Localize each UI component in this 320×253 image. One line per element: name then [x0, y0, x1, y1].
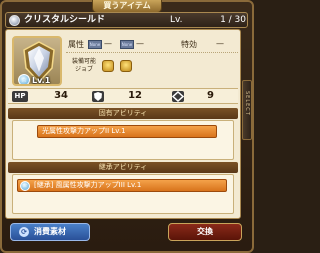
consumed-materials-button[interactable]: ⟳ 消費素材	[10, 223, 90, 241]
exchange-label: 交換	[197, 227, 213, 236]
attribute-dash-1: —	[104, 39, 112, 48]
inherit-ability-item[interactable]: ☆ [継承] 風属性攻撃力アップIII Lv.1	[17, 179, 227, 192]
equippable-job-label: 装備可能ジョブ	[71, 58, 96, 73]
refresh-icon: ⟳	[19, 227, 29, 237]
item-portrait[interactable]: ☆ Lv.1	[12, 36, 62, 86]
speed-value: 9	[207, 90, 214, 101]
unique-ability-box: 光属性攻撃力アップII Lv.1	[12, 120, 234, 160]
attribute-row: 属性 None — None — 特効 —	[66, 37, 238, 53]
level-value: 1 / 30	[220, 15, 246, 25]
unique-ability-header: 固有アビリティ	[8, 108, 238, 119]
item-name: クリスタルシールド	[24, 15, 106, 25]
attribute-slot-1: None	[88, 40, 102, 49]
special-effect-value: —	[216, 39, 224, 48]
level-label: Lv.	[170, 15, 183, 25]
hp-icon: HP	[12, 91, 28, 102]
consumed-materials-label: 消費素材	[34, 227, 66, 236]
defense-value: 12	[128, 90, 142, 101]
unique-ability-item[interactable]: 光属性攻撃力アップII Lv.1	[37, 125, 217, 138]
gem-icon	[9, 15, 20, 26]
select-side-tab-label: SELECT	[244, 91, 250, 116]
inherit-ability-box: ☆ [継承] 風属性攻撃力アップIII Lv.1	[12, 174, 234, 214]
item-name-bar: クリスタルシールド Lv. 1 / 30	[5, 12, 248, 28]
hp-value: 34	[54, 90, 68, 101]
element-badge-icon: ☆	[20, 181, 30, 191]
equippable-job-row: 装備可能ジョブ	[66, 57, 238, 77]
portrait-level: Lv.1	[32, 76, 51, 85]
element-badge: ☆	[18, 74, 30, 84]
stats-row: HP 34 12 9	[8, 88, 238, 104]
inherit-ability-header: 継承アビリティ	[8, 162, 238, 173]
job-crest-icon	[120, 60, 132, 72]
select-side-tab[interactable]: SELECT	[242, 80, 252, 140]
job-crest-icon	[102, 60, 114, 72]
speed-icon	[171, 90, 185, 103]
special-effect-label: 特効	[181, 40, 197, 49]
exchange-button[interactable]: 交換	[168, 223, 242, 241]
inherit-ability-label: [継承] 風属性攻撃力アップIII Lv.1	[34, 181, 142, 189]
attribute-slot-2: None	[120, 40, 134, 49]
attribute-dash-2: —	[136, 39, 144, 48]
defense-icon	[92, 91, 104, 102]
attribute-label: 属性	[68, 40, 84, 49]
item-info-panel: ☆ Lv.1 属性 None — None — 特効 — 装備可能ジョブ HP …	[5, 29, 241, 219]
